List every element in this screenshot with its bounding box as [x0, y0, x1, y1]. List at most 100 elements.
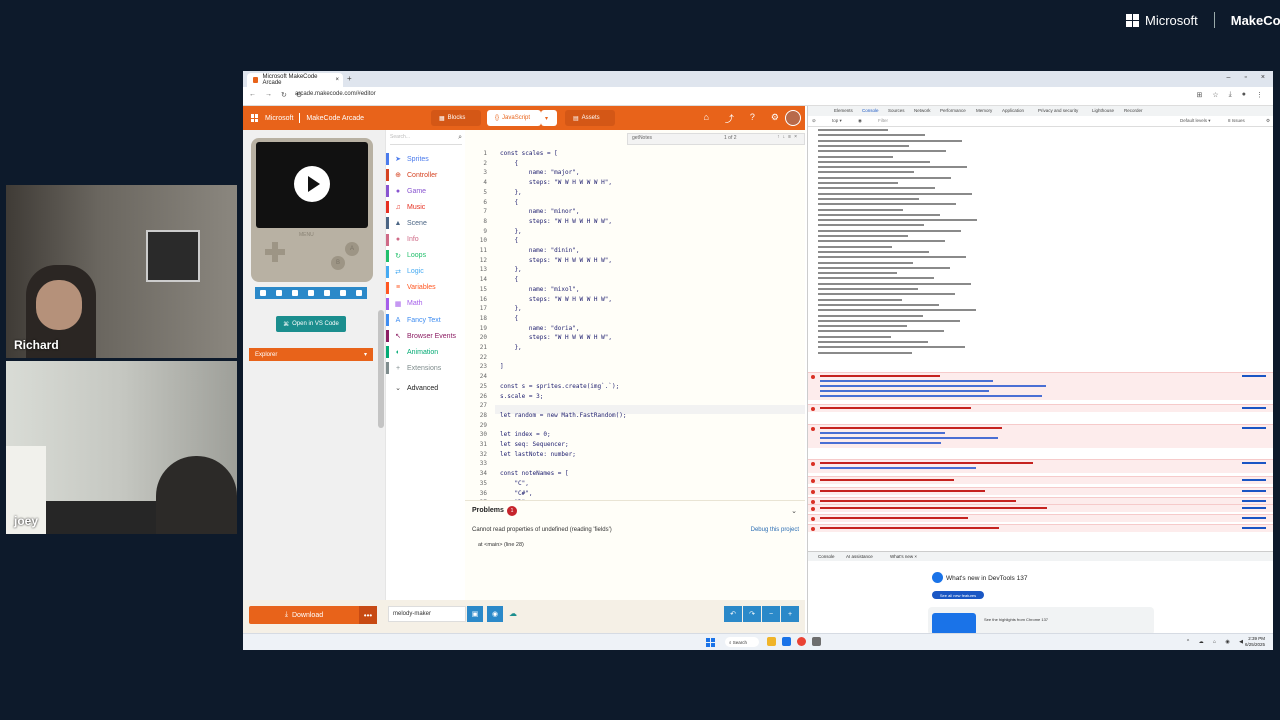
redo-button[interactable]: ↷: [743, 606, 761, 622]
code-line[interactable]: ]: [500, 363, 504, 370]
console-settings-icon[interactable]: ⚙: [1266, 118, 1270, 124]
devtools-tab-memory[interactable]: Memory: [976, 108, 992, 113]
undo-button[interactable]: ↶: [724, 606, 742, 622]
error-source-link[interactable]: [1242, 527, 1266, 529]
error-source-link[interactable]: [1242, 517, 1266, 519]
toolbox-item-logic[interactable]: ⇄ Logic: [386, 265, 466, 279]
debug-project-link[interactable]: Debug this project: [751, 527, 799, 533]
minimize-icon[interactable]: –: [1227, 74, 1231, 81]
devtools-tab-elements[interactable]: Elements: [834, 108, 853, 113]
downloads-icon[interactable]: ⤓: [1229, 91, 1232, 99]
issues-count[interactable]: 8 Issues: [1228, 118, 1245, 123]
toolbox-item-controller[interactable]: ⊕ Controller: [386, 168, 466, 182]
console-error-row[interactable]: [808, 487, 1273, 495]
code-line[interactable]: },: [500, 189, 521, 196]
menu-icon[interactable]: ⋮: [1256, 91, 1263, 99]
taskbar-search[interactable]: ⌕ Search: [725, 637, 759, 647]
eye-icon[interactable]: ◉: [858, 118, 862, 124]
bookmark-icon[interactable]: ☆: [1212, 91, 1218, 99]
error-source-link[interactable]: [1242, 507, 1266, 509]
code-line[interactable]: let random = new Math.FastRandom();: [500, 412, 626, 419]
code-line[interactable]: "C#",: [500, 490, 532, 497]
dpad[interactable]: [265, 242, 285, 262]
log-levels-select[interactable]: Default levels ▾: [1180, 118, 1211, 124]
code-line[interactable]: steps: "W W H W W H W",: [500, 296, 612, 303]
devtools-tab-network[interactable]: Network: [914, 108, 931, 113]
help-icon[interactable]: ?: [750, 112, 755, 125]
tab-javascript[interactable]: {} JavaScript: [487, 110, 541, 126]
code-line[interactable]: steps: "W H W W H W W",: [500, 218, 612, 225]
github-button[interactable]: ◉: [487, 606, 503, 622]
drawer-tab[interactable]: Console: [818, 554, 835, 559]
app-icon[interactable]: [812, 637, 821, 646]
console-error-row[interactable]: [808, 514, 1273, 522]
toolbox-item-browser-events[interactable]: ↖ Browser Events: [386, 329, 466, 343]
share-icon[interactable]: ⤴: [725, 112, 734, 125]
extensions-icon[interactable]: ⊞: [1197, 91, 1203, 99]
console-error-row[interactable]: [808, 524, 1273, 532]
toolbox-item-sprites[interactable]: ➤ Sprites: [386, 152, 466, 166]
drawer-tab[interactable]: What's new ×: [890, 554, 917, 559]
toolbox-item-music[interactable]: ♫ Music: [386, 200, 466, 214]
avatar[interactable]: [785, 110, 801, 126]
screenshot-icon[interactable]: [340, 290, 346, 296]
pause-icon[interactable]: [292, 290, 298, 296]
console-filter-input[interactable]: Filter: [878, 118, 888, 123]
error-source-link[interactable]: [1242, 427, 1266, 429]
code-line[interactable]: name: "major",: [500, 169, 580, 176]
devtools-tab-console[interactable]: Console: [862, 108, 879, 113]
code-line[interactable]: const scales = [: [500, 150, 558, 157]
zoom-in-button[interactable]: +: [781, 606, 799, 622]
code-line[interactable]: steps: "W H W W W H W",: [500, 257, 612, 264]
code-line[interactable]: s.scale = 3;: [500, 393, 543, 400]
find-input[interactable]: getNotes: [632, 135, 652, 141]
console-error-row[interactable]: [808, 424, 1273, 448]
code-line[interactable]: let seq: Sequencer;: [500, 441, 569, 448]
close-window-icon[interactable]: ×: [1261, 74, 1265, 81]
console-error-row[interactable]: [808, 404, 1273, 412]
close-tab-icon[interactable]: ×: [335, 77, 339, 83]
toolbox-item-game[interactable]: ● Game: [386, 184, 466, 198]
code-line[interactable]: steps: "W W H W W W H",: [500, 179, 612, 186]
forward-icon[interactable]: →: [265, 91, 272, 99]
code-line[interactable]: name: "mixol",: [500, 286, 580, 293]
find-controls[interactable]: ↑↓≡×: [777, 134, 800, 140]
fullscreen-icon[interactable]: [356, 290, 362, 296]
code-line[interactable]: name: "doria",: [500, 325, 580, 332]
maximize-icon[interactable]: ▫: [1244, 74, 1246, 81]
menu-button[interactable]: MENU: [299, 232, 314, 238]
drawer-tab[interactable]: AI assistance: [846, 554, 873, 559]
console-error-row[interactable]: [808, 372, 1273, 400]
profile-icon[interactable]: ●: [1242, 91, 1246, 99]
toolbox-item-advanced[interactable]: ⌄ Advanced: [386, 381, 466, 395]
store-icon[interactable]: [782, 637, 791, 646]
error-source-link[interactable]: [1242, 490, 1266, 492]
play-button[interactable]: [294, 166, 330, 202]
devtools-tab-sources[interactable]: Sources: [888, 108, 905, 113]
toolbox-item-fancy-text[interactable]: A Fancy Text: [386, 313, 466, 327]
keyboard-icon[interactable]: [324, 290, 330, 296]
a-button[interactable]: A: [345, 242, 359, 256]
toolbox-item-extensions[interactable]: + Extensions: [386, 361, 466, 375]
code-line[interactable]: {: [500, 237, 518, 244]
code-line[interactable]: const s = sprites.create(img`.`);: [500, 383, 619, 390]
download-button[interactable]: ⤓ Download: [249, 606, 359, 624]
explorer-toggle[interactable]: Explorer ▾: [249, 348, 373, 361]
b-button[interactable]: B: [331, 256, 345, 270]
code-line[interactable]: },: [500, 305, 521, 312]
save-button[interactable]: ▣: [467, 606, 483, 622]
devtools-tab-privacy-and-security[interactable]: Privacy and security: [1038, 108, 1078, 113]
system-tray[interactable]: ^ ☁ ⌂ ◉ ◀: [1187, 639, 1247, 645]
code-line[interactable]: "C",: [500, 480, 528, 487]
windows-start-icon[interactable]: [706, 638, 715, 647]
tab-assets[interactable]: ▤ Assets: [565, 110, 615, 126]
whats-new-card[interactable]: See the highlights from Chrome 137: [928, 607, 1154, 633]
code-line[interactable]: name: "dinin",: [500, 247, 580, 254]
devtools-tab-application[interactable]: Application: [1002, 108, 1024, 113]
console-error-row[interactable]: [808, 504, 1273, 512]
code-line[interactable]: {: [500, 160, 518, 167]
problem-trace[interactable]: at <main> (line 28): [478, 542, 524, 548]
file-explorer-icon[interactable]: [767, 637, 776, 646]
error-source-link[interactable]: [1242, 375, 1266, 377]
error-source-link[interactable]: [1242, 500, 1266, 502]
